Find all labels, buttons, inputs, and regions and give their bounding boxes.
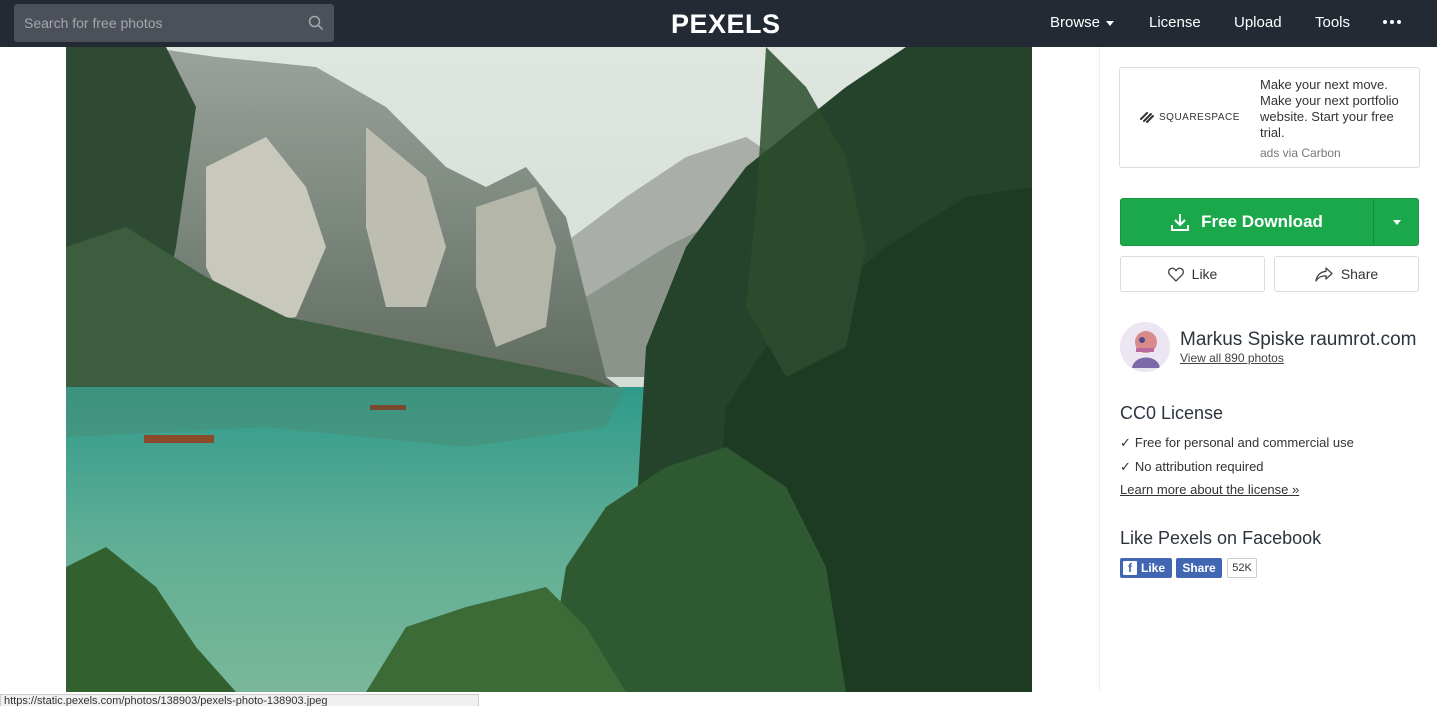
chevron-down-icon — [1106, 20, 1115, 26]
main-photo[interactable] — [66, 47, 1032, 692]
license-item: ✓ No attribution required — [1120, 459, 1264, 475]
search-input[interactable] — [14, 4, 304, 42]
browser-status-url: https://static.pexels.com/photos/138903/… — [0, 694, 479, 706]
checkmark-icon: ✓ — [1120, 435, 1131, 450]
carbon-ad[interactable]: SQUARESPACE Make your next move. Make yo… — [1119, 67, 1420, 168]
license-title: CC0 License — [1120, 403, 1224, 423]
share-icon — [1315, 266, 1333, 282]
like-label: Like — [1191, 266, 1218, 282]
ad-via[interactable]: ads via Carbon — [1260, 146, 1341, 160]
squarespace-icon — [1140, 112, 1154, 123]
share-label: Share — [1340, 266, 1379, 282]
license-item-text: No attribution required — [1134, 459, 1264, 474]
search-box — [14, 4, 334, 42]
search-icon[interactable] — [308, 15, 324, 31]
nav-tools[interactable]: Tools — [1315, 14, 1350, 31]
nav-upload[interactable]: Upload — [1234, 14, 1282, 31]
nav-license[interactable]: License — [1149, 14, 1201, 31]
nav-browse-label: Browse — [1050, 14, 1101, 31]
ad-text[interactable]: Make your next move. Make your next port… — [1260, 77, 1420, 141]
free-download-button[interactable]: Free Download — [1121, 199, 1373, 245]
facebook-like-label: Like — [1141, 561, 1166, 575]
share-button[interactable]: Share — [1274, 256, 1419, 292]
more-menu-icon[interactable] — [1383, 13, 1404, 31]
heart-icon — [1167, 267, 1184, 282]
avatar[interactable] — [1120, 322, 1170, 372]
download-options-button[interactable] — [1374, 199, 1419, 245]
checkmark-icon: ✓ — [1120, 459, 1131, 474]
facebook-title: Like Pexels on Facebook — [1120, 528, 1322, 548]
free-download-label: Free Download — [1201, 212, 1323, 231]
like-button[interactable]: Like — [1120, 256, 1265, 292]
pexels-logo[interactable]: PEXELS — [671, 9, 781, 40]
nav-browse[interactable]: Browse — [1050, 14, 1115, 31]
squarespace-logo: SQUARESPACE — [1140, 111, 1240, 123]
free-download-button-group: Free Download — [1120, 198, 1419, 246]
facebook-like-count: 52K — [1227, 558, 1257, 578]
author-name[interactable]: Markus Spiske raumrot.com — [1180, 329, 1417, 351]
facebook-like-button[interactable]: f Like — [1120, 558, 1172, 578]
download-icon — [1171, 214, 1190, 231]
learn-more-license-link[interactable]: Learn more about the license » — [1120, 482, 1299, 497]
chevron-down-icon — [1392, 219, 1401, 225]
ad-brand: SQUARESPACE — [1159, 111, 1240, 123]
view-all-photos-link[interactable]: View all 890 photos — [1180, 351, 1284, 365]
facebook-icon: f — [1123, 561, 1137, 575]
license-item: ✓ Free for personal and commercial use — [1120, 435, 1354, 451]
license-item-text: Free for personal and commercial use — [1134, 435, 1354, 450]
facebook-share-button[interactable]: Share — [1176, 558, 1222, 578]
top-navigation-bar: PEXELS Browse License Upload Tools — [0, 0, 1437, 47]
